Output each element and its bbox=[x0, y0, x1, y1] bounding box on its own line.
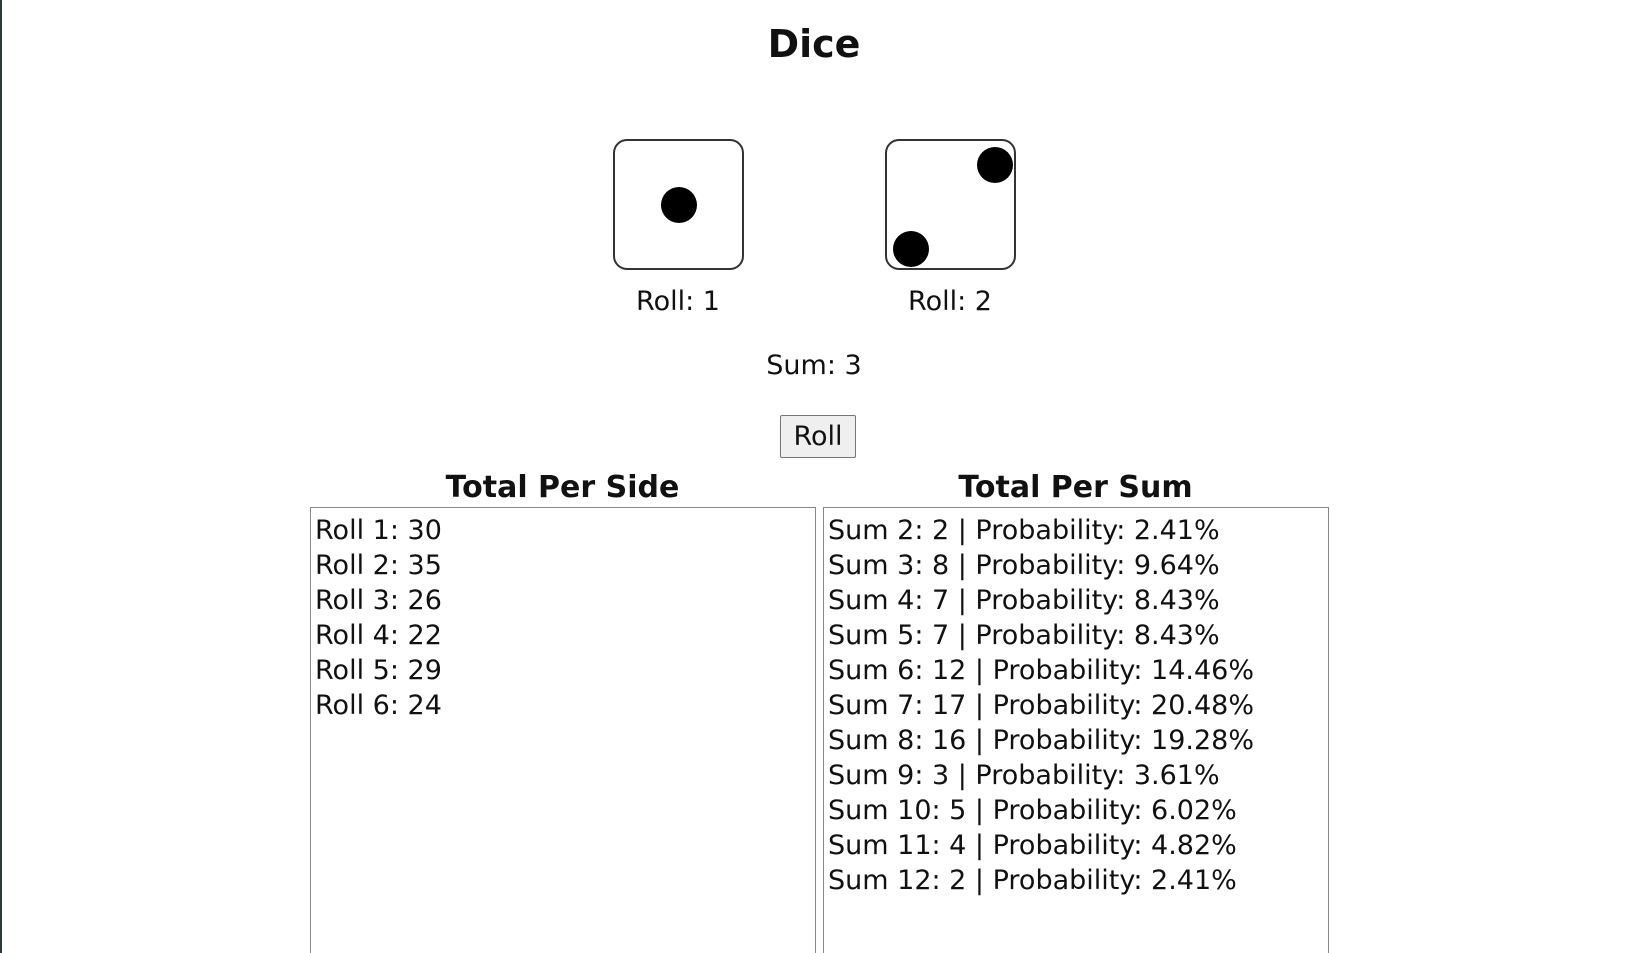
die-pip bbox=[661, 187, 697, 223]
list-item: Sum 12: 2 | Probability: 2.41% bbox=[828, 865, 1237, 896]
die-2 bbox=[885, 139, 1016, 270]
list-item: Sum 2: 2 | Probability: 2.41% bbox=[828, 515, 1220, 546]
sum-panel-title: Total Per Sum bbox=[958, 470, 1193, 505]
list-item: Roll 5: 29 bbox=[315, 655, 442, 686]
list-item: Roll 6: 24 bbox=[315, 690, 442, 721]
roll-button[interactable]: Roll bbox=[780, 415, 856, 458]
total-per-side-list[interactable]: Roll 1: 30 Roll 2: 35 Roll 3: 26 Roll 4:… bbox=[310, 507, 816, 953]
list-item: Sum 9: 3 | Probability: 3.61% bbox=[828, 760, 1220, 791]
list-item: Sum 7: 17 | Probability: 20.48% bbox=[828, 690, 1255, 721]
total-per-sum-list[interactable]: Sum 2: 2 | Probability: 2.41% Sum 3: 8 |… bbox=[823, 507, 1329, 953]
list-item: Sum 8: 16 | Probability: 19.28% bbox=[828, 725, 1255, 756]
die-1 bbox=[613, 139, 744, 270]
sum-label: Sum: 3 bbox=[766, 350, 862, 381]
list-item: Sum 10: 5 | Probability: 6.02% bbox=[828, 795, 1237, 826]
list-item: Sum 6: 12 | Probability: 14.46% bbox=[828, 655, 1255, 686]
list-item: Sum 5: 7 | Probability: 8.43% bbox=[828, 620, 1220, 651]
list-item: Roll 1: 30 bbox=[315, 515, 442, 546]
die-pip bbox=[893, 231, 929, 267]
die-1-roll-label: Roll: 1 bbox=[636, 286, 720, 317]
list-item: Sum 4: 7 | Probability: 8.43% bbox=[828, 585, 1220, 616]
list-item: Sum 3: 8 | Probability: 9.64% bbox=[828, 550, 1220, 581]
list-item: Sum 11: 4 | Probability: 4.82% bbox=[828, 830, 1237, 861]
list-item: Roll 2: 35 bbox=[315, 550, 442, 581]
list-item: Roll 3: 26 bbox=[315, 585, 442, 616]
page-title: Dice bbox=[767, 22, 861, 66]
die-pip bbox=[977, 147, 1013, 183]
list-item: Roll 4: 22 bbox=[315, 620, 442, 651]
side-panel-title: Total Per Side bbox=[445, 470, 680, 505]
die-2-roll-label: Roll: 2 bbox=[908, 286, 992, 317]
window-edge bbox=[0, 0, 2, 953]
